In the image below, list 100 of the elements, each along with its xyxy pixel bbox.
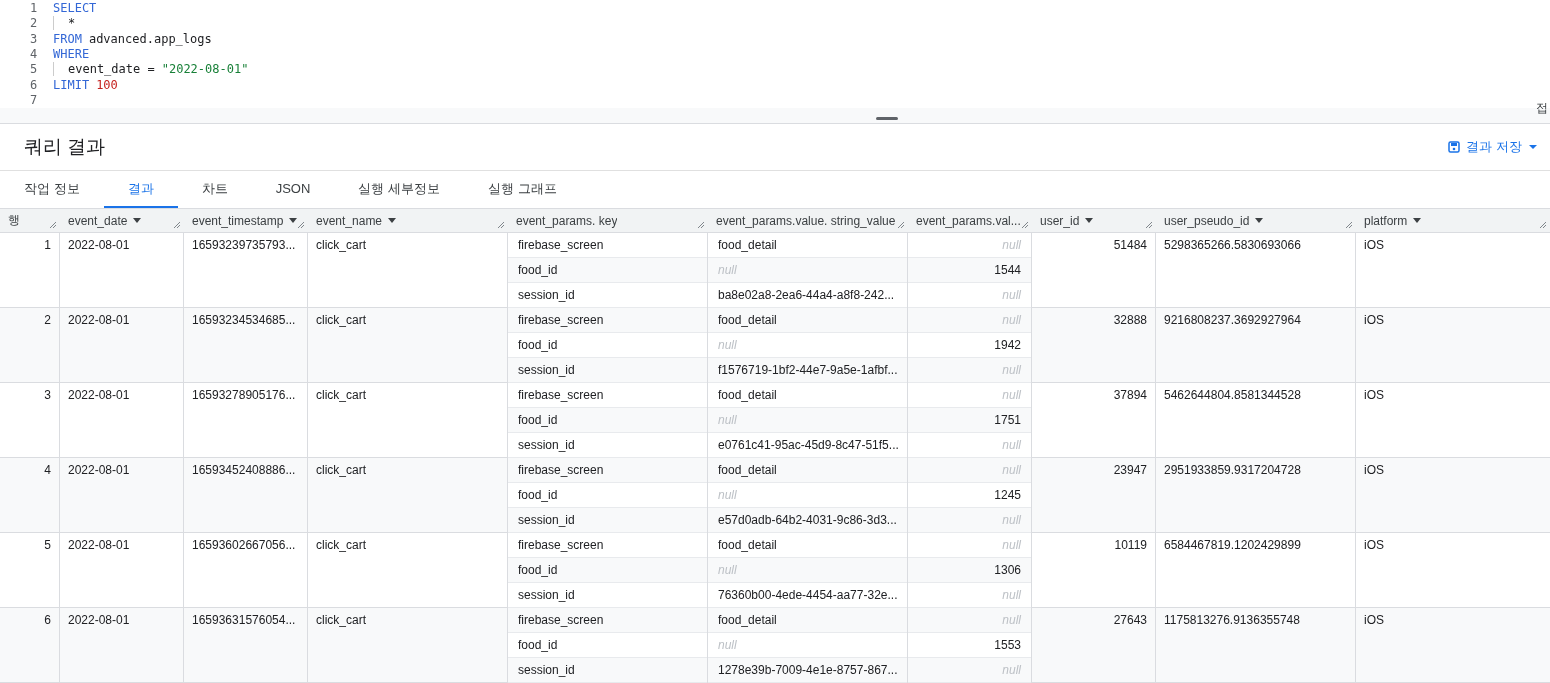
save-results-button[interactable]: 결과 저장 <box>1444 134 1542 161</box>
table-cell: food_id <box>508 633 707 658</box>
table-cell: 1544 <box>908 258 1031 283</box>
table-cell-text: iOS <box>1363 537 1385 554</box>
table-cell: null <box>708 333 907 358</box>
resize-handle[interactable] <box>876 117 898 120</box>
tab[interactable]: 작업 정보 <box>0 171 104 209</box>
table-cell: null <box>708 633 907 658</box>
table-cell: 1245 <box>908 483 1031 508</box>
table-cell: 5298365266.5830693066 <box>1156 233 1356 307</box>
line-number: 2 <box>29 16 39 31</box>
caret-icon <box>289 218 298 224</box>
caret-icon <box>133 218 142 224</box>
table-cell: 2022-08-01 <box>60 308 184 382</box>
table-cell: 16593452408886... <box>184 458 308 532</box>
table-cell-text: iOS <box>1363 462 1385 479</box>
column-header[interactable]: 행 <box>0 209 60 232</box>
column-header[interactable]: platform <box>1356 209 1550 232</box>
table-cell: 2022-08-01 <box>60 608 184 682</box>
table-cell: 51484 <box>1032 233 1156 307</box>
code-token: * <box>68 16 76 31</box>
resize-grip-icon <box>1145 221 1153 229</box>
column-header[interactable]: event_params.value. string_value <box>708 209 908 232</box>
table-cell: 1751 <box>908 408 1031 433</box>
table-cell: 16593631576054... <box>184 608 308 682</box>
code-token: advanced.app_logs <box>88 31 212 46</box>
table-cell: 1942 <box>908 333 1031 358</box>
tab[interactable]: JSON <box>251 171 335 209</box>
caret-icon <box>1085 218 1094 224</box>
resize-grip-icon <box>1345 221 1353 229</box>
row-number: 5 <box>0 533 60 607</box>
resize-grip-icon <box>297 221 305 229</box>
tab[interactable]: 실행 그래프 <box>463 171 581 209</box>
row-number: 1 <box>0 233 60 307</box>
table-cell: food_id <box>508 483 707 508</box>
code-token: event_date = <box>68 62 155 77</box>
table-cell: 16593602667056... <box>184 533 308 607</box>
table-cell-text: iOS <box>1363 237 1385 254</box>
table-cell: food_id <box>508 408 707 433</box>
code-token: 100 <box>96 77 118 92</box>
code-token: FROM <box>53 31 82 46</box>
column-header[interactable]: event_timestamp <box>184 209 308 232</box>
line-number: 3 <box>29 31 39 46</box>
row-number: 3 <box>0 383 60 457</box>
column-header[interactable]: event_name <box>308 209 508 232</box>
save-icon <box>1448 141 1461 154</box>
table-cell: 23947 <box>1032 458 1156 532</box>
table-cell: food_id <box>508 333 707 358</box>
resize-grip-icon <box>1539 221 1547 229</box>
caret-icon <box>1528 144 1538 151</box>
table-cell: 6584467819.1202429899 <box>1156 533 1356 607</box>
table-cell: null <box>708 483 907 508</box>
code-token: SELECT <box>53 0 97 15</box>
table-cell-text: iOS <box>1363 312 1385 329</box>
caret-icon <box>1255 218 1264 224</box>
line-number: 4 <box>29 46 39 61</box>
table-cell: 2022-08-01 <box>60 458 184 532</box>
table-cell: 2022-08-01 <box>60 233 184 307</box>
results-title: 쿼리 결과 <box>24 135 106 160</box>
table-cell-text: iOS <box>1363 387 1385 404</box>
caret-icon <box>388 218 397 224</box>
caret-icon <box>1413 218 1422 224</box>
tab[interactable]: 차트 <box>177 171 252 209</box>
table-cell-text: iOS <box>1363 612 1385 629</box>
table-cell: 2022-08-01 <box>60 383 184 457</box>
resize-grip-icon <box>497 221 505 229</box>
table-cell: 1553 <box>908 633 1031 658</box>
table-cell: 1175813276.9136355748 <box>1156 608 1356 682</box>
resize-grip-icon <box>49 221 57 229</box>
table-cell: 16593278905176... <box>184 383 308 457</box>
column-header[interactable]: user_pseudo_id <box>1156 209 1356 232</box>
column-header[interactable]: event_date <box>60 209 184 232</box>
code-token: WHERE <box>53 46 90 61</box>
table-cell: 1306 <box>908 558 1031 583</box>
row-number: 4 <box>0 458 60 532</box>
column-header[interactable]: user_id <box>1032 209 1156 232</box>
table-cell: food_id <box>508 258 707 283</box>
line-number: 6 <box>29 77 39 92</box>
code-token: "2022-08-01" <box>161 62 249 77</box>
row-number: 2 <box>0 308 60 382</box>
code-token: LIMIT <box>53 77 90 92</box>
resize-grip-icon <box>173 221 181 229</box>
table-cell: 2951933859.9317204728 <box>1156 458 1356 532</box>
column-header[interactable]: event_params. key <box>508 209 708 232</box>
line-number: 1 <box>29 0 39 15</box>
table-cell: 37894 <box>1032 383 1156 457</box>
resize-grip-icon <box>697 221 705 229</box>
line-number: 5 <box>29 62 39 77</box>
table-cell: 27643 <box>1032 608 1156 682</box>
table-cell: 5462644804.8581344528 <box>1156 383 1356 457</box>
table-cell: 16593234534685... <box>184 308 308 382</box>
table-cell: 9216808237.3692927964 <box>1156 308 1356 382</box>
table-cell: 16593239735793... <box>184 233 308 307</box>
table-cell: null <box>708 258 907 283</box>
table-cell: null <box>708 558 907 583</box>
column-header[interactable]: event_params.val... <box>908 209 1032 232</box>
tab[interactable]: 실행 세부정보 <box>334 171 464 209</box>
table-cell: 2022-08-01 <box>60 533 184 607</box>
resize-grip-icon <box>897 221 905 229</box>
table-cell: food_id <box>508 558 707 583</box>
